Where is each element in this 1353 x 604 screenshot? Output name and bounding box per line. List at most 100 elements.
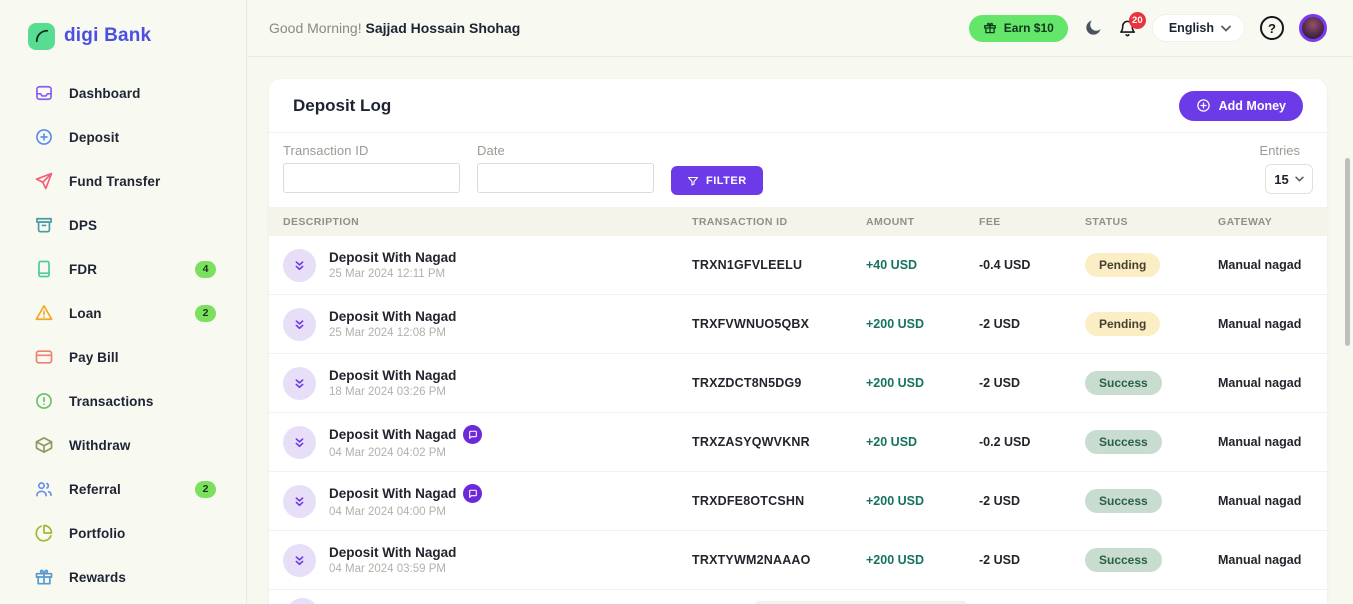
table-header: DESCRIPTION TRANSACTION ID AMOUNT FEE ST…	[269, 207, 1327, 236]
entries-label: Entries	[1260, 143, 1300, 158]
pie-chart-icon	[34, 523, 54, 543]
package-icon	[34, 435, 54, 455]
table-row[interactable]: Deposit With Nagad 25 Mar 2024 12:11 PM …	[269, 236, 1327, 295]
chevron-down-icon	[1221, 25, 1231, 32]
table-row[interactable]: Deposit With Nagad 25 Mar 2024 12:08 PM …	[269, 295, 1327, 354]
dark-mode-toggle[interactable]	[1083, 18, 1103, 38]
fdr-badge: 4	[195, 261, 216, 278]
sidebar-item-dps[interactable]: DPS	[0, 210, 246, 240]
sidebar: digi Bank Dashboard Deposit Fund Transfe…	[0, 0, 247, 604]
row-date: 04 Mar 2024 03:59 PM	[329, 563, 456, 575]
table-row[interactable]: Deposit With Nagad 04 Mar 2024 04:00 PM …	[269, 472, 1327, 531]
header-actions: Earn $10 20 English ?	[969, 14, 1327, 42]
chat-icon[interactable]	[463, 425, 482, 444]
row-transaction-id: TRXDFE8OTCSHN	[692, 494, 866, 508]
deposit-chevrons-icon	[283, 544, 316, 577]
row-gateway: Manual nagad	[1218, 553, 1327, 567]
user-avatar[interactable]	[1299, 14, 1327, 42]
table-row-partial	[269, 590, 1327, 604]
row-title: Deposit With Nagad	[329, 368, 456, 383]
filter-button[interactable]: FILTER	[671, 166, 763, 195]
row-amount: +20 USD	[866, 435, 979, 449]
deposit-chevrons-icon	[283, 249, 316, 282]
greeting: Good Morning! Sajjad Hossain Shohag	[269, 20, 520, 36]
earn-button[interactable]: Earn $10	[969, 15, 1068, 42]
row-transaction-id: TRXZDCT8N5DG9	[692, 376, 866, 390]
archive-icon	[34, 215, 54, 235]
description-cell: Deposit With Nagad 25 Mar 2024 12:08 PM	[283, 308, 692, 341]
sidebar-item-fund-transfer[interactable]: Fund Transfer	[0, 166, 246, 196]
status-badge: Pending	[1085, 253, 1160, 277]
sidebar-item-label: Portfolio	[69, 526, 125, 541]
sidebar-item-dashboard[interactable]: Dashboard	[0, 78, 246, 108]
row-title: Deposit With Nagad	[329, 425, 482, 444]
sidebar-item-label: DPS	[69, 218, 97, 233]
deposit-chevrons-icon	[283, 485, 316, 518]
chat-icon[interactable]	[463, 484, 482, 503]
sidebar-item-label: Loan	[69, 306, 102, 321]
status-badge: Pending	[1085, 312, 1160, 336]
deposit-chevrons-icon	[283, 308, 316, 341]
plus-circle-icon	[1196, 98, 1211, 113]
table-row[interactable]: Deposit With Nagad 04 Mar 2024 03:59 PM …	[269, 531, 1327, 590]
sidebar-item-withdraw[interactable]: Withdraw	[0, 430, 246, 460]
notifications-button[interactable]: 20	[1118, 19, 1137, 38]
sidebar-item-label: FDR	[69, 262, 97, 277]
page-title: Deposit Log	[293, 96, 391, 116]
row-amount: +40 USD	[866, 258, 979, 272]
sidebar-item-loan[interactable]: Loan 2	[0, 298, 246, 328]
row-date: 25 Mar 2024 12:11 PM	[329, 268, 456, 280]
status-badge: Success	[1085, 371, 1162, 395]
sidebar-item-referral[interactable]: Referral 2	[0, 474, 246, 504]
sidebar-item-label: Referral	[69, 482, 121, 497]
top-header: Good Morning! Sajjad Hossain Shohag Earn…	[248, 0, 1353, 57]
transaction-id-input[interactable]	[283, 163, 460, 193]
row-date: 04 Mar 2024 04:02 PM	[329, 447, 482, 459]
row-title: Deposit With Nagad	[329, 309, 456, 324]
transaction-id-field-group: Transaction ID	[283, 143, 460, 193]
entries-select[interactable]: 15	[1265, 164, 1313, 194]
row-transaction-id: TRXN1GFVLEELU	[692, 258, 866, 272]
col-fee: FEE	[979, 216, 1085, 228]
deposit-log-card: Deposit Log Add Money Transaction ID Dat…	[269, 79, 1327, 604]
sidebar-item-deposit[interactable]: Deposit	[0, 122, 246, 152]
row-date: 04 Mar 2024 04:00 PM	[329, 506, 482, 518]
sidebar-item-portfolio[interactable]: Portfolio	[0, 518, 246, 548]
row-gateway: Manual nagad	[1218, 435, 1327, 449]
entries-group: Entries 15	[1260, 143, 1315, 194]
add-money-button[interactable]: Add Money	[1179, 91, 1303, 121]
chevron-down-icon	[1295, 176, 1304, 182]
row-date: 25 Mar 2024 12:08 PM	[329, 327, 456, 339]
inbox-icon	[34, 83, 54, 103]
plus-circle-icon	[34, 127, 54, 147]
username: Sajjad Hossain Shohag	[366, 20, 521, 36]
brand-logo-icon	[28, 23, 55, 50]
date-input[interactable]	[477, 163, 654, 193]
sidebar-item-transactions[interactable]: Transactions	[0, 386, 246, 416]
table-row[interactable]: Deposit With Nagad 18 Mar 2024 03:26 PM …	[269, 354, 1327, 413]
sidebar-item-fdr[interactable]: FDR 4	[0, 254, 246, 284]
row-amount: +200 USD	[866, 553, 979, 567]
filter-bar: Transaction ID Date FILTER Entries 15	[269, 133, 1327, 207]
date-field-group: Date	[477, 143, 654, 193]
status-badge: Success	[1085, 430, 1162, 454]
col-description: DESCRIPTION	[283, 216, 692, 228]
gift-icon	[983, 21, 997, 35]
brand-logo[interactable]: digi Bank	[0, 0, 246, 56]
sidebar-item-pay-bill[interactable]: Pay Bill	[0, 342, 246, 372]
status-badge: Success	[1085, 489, 1162, 513]
card-header: Deposit Log Add Money	[269, 79, 1327, 132]
sidebar-item-label: Pay Bill	[69, 350, 119, 365]
language-selector[interactable]: English	[1152, 14, 1245, 42]
alert-triangle-icon	[34, 303, 54, 323]
row-title: Deposit With Nagad	[329, 250, 456, 265]
alert-circle-icon	[34, 391, 54, 411]
description-cell: Deposit With Nagad 25 Mar 2024 12:11 PM	[283, 249, 692, 282]
col-transaction-id: TRANSACTION ID	[692, 216, 866, 228]
scrollbar-thumb[interactable]	[1345, 158, 1350, 346]
description-cell: Deposit With Nagad 04 Mar 2024 03:59 PM	[283, 544, 692, 577]
sidebar-item-rewards[interactable]: Rewards	[0, 562, 246, 592]
status-badge: Success	[1085, 548, 1162, 572]
help-button[interactable]: ?	[1260, 16, 1284, 40]
table-row[interactable]: Deposit With Nagad 04 Mar 2024 04:02 PM …	[269, 413, 1327, 472]
